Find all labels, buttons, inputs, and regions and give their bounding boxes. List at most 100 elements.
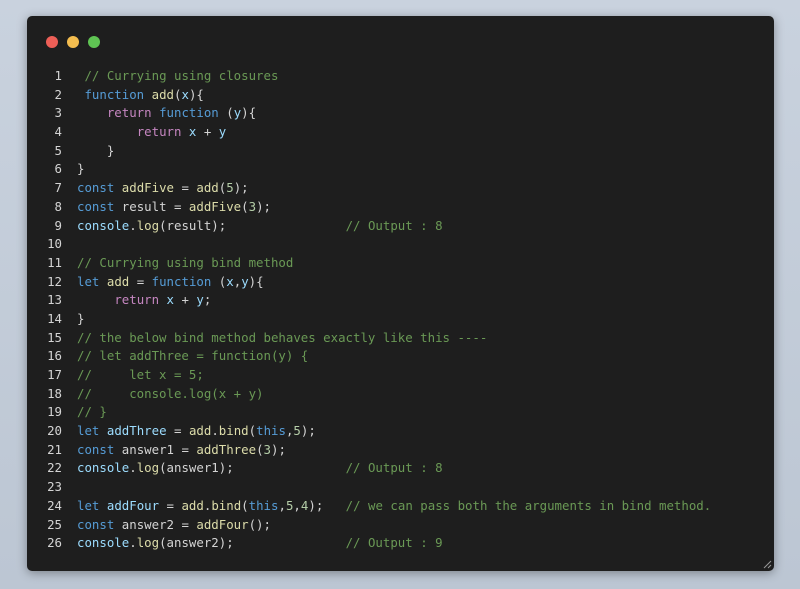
line-number: 26 [47,535,62,551]
line-number: 5 [54,142,62,158]
code-line[interactable]: 13 return x + y; [27,291,774,310]
code-line[interactable]: 5 } [27,142,774,161]
code-token: 5 [293,423,301,439]
line-source: // let x = 5; [77,366,204,385]
code-line[interactable]: 19 // } [27,403,774,422]
code-token: } [77,142,115,158]
code-line[interactable]: 14} [27,310,774,329]
code-line[interactable]: 26 console.log(answer2); // Output : 9 [27,534,774,553]
line-number: 25 [47,516,62,532]
code-token: (); [248,516,271,532]
line-number: 8 [54,198,62,214]
code-line[interactable]: 22 console.log(answer1); // Output : 8 [27,459,774,478]
code-token: log [136,535,160,551]
code-line[interactable]: 9 console.log(result); // Output : 8 [27,217,774,236]
line-number: 18 [47,385,62,401]
code-token: . [211,423,219,439]
code-line[interactable]: 15 // the below bind method behaves exact… [27,329,774,348]
code-token: (answer2); [159,535,234,551]
minimize-window-dot[interactable] [67,36,79,48]
code-token: this [248,497,279,513]
code-token: // Output : 8 [345,217,443,233]
code-line[interactable]: 1 // Currying using closures [27,67,774,86]
line-source: function add(x){ [77,86,204,105]
code-line[interactable]: 18 // console.log(x + y) [27,385,774,404]
code-token: add [188,423,212,439]
line-source: } [77,142,114,161]
code-token: bind [211,497,242,513]
code-line[interactable]: 2 function add(x){ [27,86,774,105]
code-token: ( [241,497,249,513]
resize-handle-icon[interactable] [763,560,772,569]
code-line[interactable]: 4 return x + y [27,123,774,142]
code-line[interactable]: 7 const addFive = add(5); [27,179,774,198]
code-token: (answer1); [159,460,234,476]
line-source: const addFive = add(5); [77,179,249,198]
line-number: 10 [47,236,62,252]
line-number: 23 [47,479,62,495]
line-number: 14 [47,310,62,326]
line-number: 1 [54,68,62,83]
code-line[interactable]: 12 let add = function (x,y){ [27,273,774,292]
code-token: this [256,423,286,439]
code-token: add [106,273,130,289]
code-token: 3 [248,198,257,214]
code-line[interactable]: 16 // let addThree = function(y) { [27,347,774,366]
code-token: // the below bind method behaves exactly… [77,329,488,345]
code-token: ){ [188,86,204,102]
code-token: ( [211,273,227,289]
code-line[interactable]: 11 // Currying using bind method [27,254,774,273]
code-line[interactable]: 8 const result = addFive(3); [27,198,774,217]
close-window-dot[interactable] [46,36,58,48]
code-token: add [181,497,204,513]
code-token: = [166,423,189,439]
code-line[interactable]: 17 // let x = 5; [27,366,774,385]
code-line[interactable]: 23 [27,478,774,497]
code-editor[interactable]: 1 // Currying using closures 2 function a… [27,67,774,553]
line-source: console.log(result); // Output : 8 [77,217,443,236]
line-number: 20 [47,423,62,439]
code-line[interactable]: 25 const answer2 = addFour(); [27,516,774,535]
code-line[interactable]: 20 let addThree = add.bind(this,5); [27,422,774,441]
line-source: // Currying using closures [77,67,278,86]
code-line[interactable]: 6} [27,160,774,179]
code-token: console [77,460,130,476]
code-token: console [77,535,130,551]
code-token: ); [308,497,324,513]
code-token: // Output : 9 [345,535,443,551]
line-source: // let addThree = function(y) { [77,347,308,366]
line-source: // the below bind method behaves exactly… [77,329,487,348]
code-token: x [181,86,189,102]
code-token: const [77,516,115,532]
line-number: 2 [54,86,62,102]
line-source: let addThree = add.bind(this,5); [77,422,316,441]
code-token: function [84,86,145,102]
line-source: let addFour = add.bind(this,5,4); // we … [77,497,711,516]
code-token: const [77,198,115,214]
code-token: // Output : 8 [345,460,443,476]
code-window: 1 // Currying using closures 2 function a… [27,16,774,571]
code-token: // we can pass both the arguments in bin… [345,497,712,513]
line-source: return function (y){ [77,104,256,123]
line-number: 4 [54,124,62,140]
line-number: 9 [54,217,62,233]
code-line[interactable]: 24 let addFour = add.bind(this,5,4); // w… [27,497,774,516]
code-token: // Currying using closures [84,68,279,83]
code-line[interactable]: 21 const answer1 = addThree(3); [27,441,774,460]
code-token: } [77,310,85,326]
code-token: x [226,273,234,289]
maximize-window-dot[interactable] [88,36,100,48]
line-number: 12 [47,273,62,289]
code-token: x [166,292,175,308]
code-line[interactable]: 3 return function (y){ [27,104,774,123]
code-line[interactable]: 10 [27,235,774,254]
code-token: let [77,497,100,513]
code-token: ); [300,423,316,439]
code-token: + [196,124,219,140]
